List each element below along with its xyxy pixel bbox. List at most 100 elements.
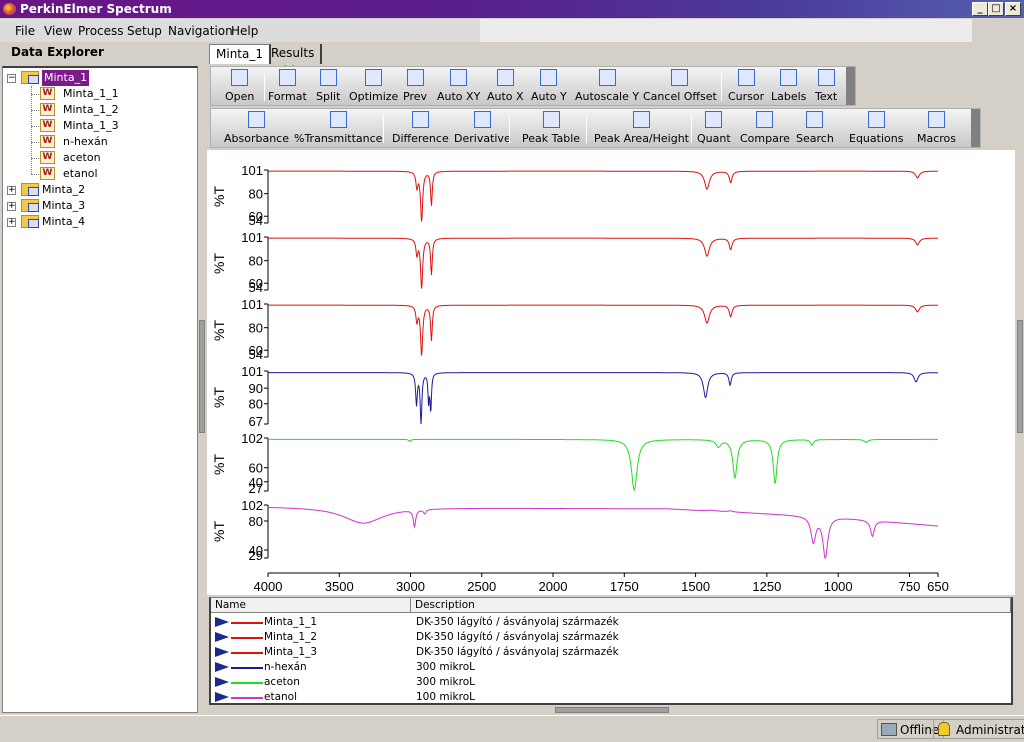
- optimize-button[interactable]: Optimize: [349, 69, 398, 103]
- legend-description: DK-350 lágyító / ásványolaj származék: [416, 616, 619, 628]
- spectrum-line-aceton[interactable]: [268, 438, 938, 491]
- minimize-button[interactable]: _: [972, 2, 988, 16]
- tree-child-Minta_1_1[interactable]: W Minta_1_1: [3, 86, 193, 102]
- auto-xy-button[interactable]: Auto XY: [437, 69, 480, 103]
- search-button[interactable]: Search: [796, 111, 834, 145]
- toolbar-overflow-button[interactable]: [846, 67, 855, 105]
- spectrum-line-etanol[interactable]: [268, 507, 939, 559]
- spectrum-chart[interactable]: 101 80 60 54 %T 101 80 60 54 %T 101 80 60 54 %T 101 90 80…: [207, 150, 1015, 609]
- menu-help[interactable]: Help: [231, 24, 258, 38]
- right-splitter-handle[interactable]: [1017, 320, 1023, 433]
- tree-node[interactable]: + Minta_2: [3, 182, 193, 198]
- legend-row[interactable]: etanol 100 mikroL: [211, 690, 1011, 705]
- tree-node[interactable]: + Minta_3: [3, 198, 193, 214]
- tree-node-label: Minta_4: [42, 215, 86, 228]
- compare-button[interactable]: Compare: [740, 111, 790, 145]
- tab-results-table[interactable]: Results Table: [265, 44, 323, 78]
- spectrum-line-Minta_1_1[interactable]: [268, 170, 938, 222]
- prev-button[interactable]: Prev: [403, 69, 427, 103]
- expand-icon[interactable]: +: [7, 202, 16, 211]
- derivative-button[interactable]: Derivative: [454, 111, 511, 145]
- x-tick-label: 4000: [254, 579, 283, 594]
- peak-area-icon: [633, 111, 650, 128]
- restore-button[interactable]: □: [988, 2, 1004, 16]
- legend-row[interactable]: Minta_1_3 DK-350 lágyító / ásványolaj szá…: [211, 645, 1011, 660]
- auto-x-button[interactable]: Auto X: [487, 69, 524, 103]
- left-splitter-handle[interactable]: [199, 320, 205, 433]
- text-button[interactable]: Text: [815, 69, 837, 103]
- toolbar-overflow-button[interactable]: [971, 109, 980, 147]
- menu-setup[interactable]: Setup: [127, 24, 162, 38]
- spectrum-arrow-icon: [215, 632, 229, 642]
- labels-button[interactable]: Labels: [771, 69, 806, 103]
- toolbar-button-label: Search: [796, 132, 834, 145]
- tree-node[interactable]: − Minta_1: [3, 70, 193, 86]
- -transmittance-button[interactable]: %Transmittance: [294, 111, 382, 145]
- macros-button[interactable]: Macros: [917, 111, 956, 145]
- close-button[interactable]: ×: [1005, 2, 1021, 16]
- expand-icon[interactable]: +: [7, 218, 16, 227]
- tree-child-etanol[interactable]: Wetanol: [3, 166, 193, 182]
- cursor-button[interactable]: Cursor: [728, 69, 764, 103]
- legend-row[interactable]: Minta_1_2 DK-350 lágyító / ásványolaj szá…: [211, 630, 1011, 645]
- tree-child-aceton[interactable]: Waceton: [3, 150, 193, 166]
- difference-button[interactable]: Difference: [392, 111, 449, 145]
- column-header-description[interactable]: Description: [411, 598, 1011, 613]
- bottom-splitter-handle[interactable]: [555, 707, 669, 713]
- expand-icon[interactable]: +: [7, 186, 16, 195]
- menu-navigation[interactable]: Navigation: [168, 24, 233, 38]
- menu-process[interactable]: Process: [78, 24, 124, 38]
- equations-button[interactable]: Equations: [849, 111, 903, 145]
- y-tick-label: 29: [249, 548, 263, 563]
- legend-row[interactable]: Minta_1_1 DK-350 lágyító / ásványolaj szá…: [211, 615, 1011, 630]
- legend-name: n-hexán: [264, 661, 307, 673]
- prev-icon: [406, 69, 424, 86]
- peak-area-height-button[interactable]: Peak Area/Height: [594, 111, 689, 145]
- peak-table-icon: [542, 111, 560, 128]
- spectrum-arrow-icon: [215, 662, 229, 672]
- legend-row[interactable]: aceton 300 mikroL: [211, 675, 1011, 690]
- x-axis-label: cm-1: [591, 592, 624, 595]
- y-tick-label: 54: [249, 213, 263, 228]
- auto-y-button[interactable]: Auto Y: [531, 69, 567, 103]
- column-header-name[interactable]: Name: [211, 598, 411, 613]
- cancel-offset-button[interactable]: Cancel Offset: [643, 69, 717, 103]
- spectrum-line-Minta_1_2[interactable]: [268, 237, 938, 289]
- tree-child-n-hexán[interactable]: Wn-hexán: [3, 134, 193, 150]
- app-icon: [3, 3, 16, 15]
- derivative-icon: [473, 111, 491, 128]
- app-title: PerkinElmer Spectrum: [20, 2, 172, 16]
- x-tick-label: 750: [899, 579, 921, 594]
- y-tick-label: 67: [249, 414, 263, 429]
- menu-view[interactable]: View: [44, 24, 72, 38]
- open-button[interactable]: Open: [225, 69, 254, 103]
- toolbar-button-label: Auto Y: [531, 90, 567, 103]
- user-status-text: Administrator: [956, 723, 1024, 737]
- spectrum-line-n-hexán[interactable]: [268, 372, 938, 425]
- toolbar-button-label: Cursor: [728, 90, 765, 103]
- absorbance-button[interactable]: Absorbance: [224, 111, 289, 145]
- legend-line-swatch: [231, 652, 263, 654]
- tree-node[interactable]: + Minta_4: [3, 214, 193, 230]
- format-icon: [278, 69, 296, 86]
- autoscale-y-button[interactable]: Autoscale Y: [575, 69, 639, 103]
- tab-minta-1[interactable]: Minta_1: [209, 44, 271, 64]
- format-button[interactable]: Format: [268, 69, 307, 103]
- toolbar-button-label: Optimize: [349, 90, 399, 103]
- tree-child-Minta_1_2[interactable]: W Minta_1_2: [3, 102, 193, 118]
- spectrum-panel-Minta_1_2: 101806054%T: [211, 230, 938, 295]
- legend-row[interactable]: n-hexán 300 mikroL: [211, 660, 1011, 675]
- spectrum-line-Minta_1_3[interactable]: [268, 304, 938, 356]
- toolbar-button-label: Split: [316, 90, 341, 103]
- spectrum-panel-n-hexán: 101 9080 67 %T: [211, 364, 938, 429]
- folder-icon: [21, 71, 39, 84]
- menu-file[interactable]: File: [15, 24, 35, 38]
- quant-button[interactable]: Quant: [697, 111, 731, 145]
- peak-table-button[interactable]: Peak Table: [522, 111, 580, 145]
- split-button[interactable]: Split: [316, 69, 340, 103]
- tree-node-label: Minta_3: [42, 199, 86, 212]
- tree-child-Minta_1_3[interactable]: W Minta_1_3: [3, 118, 193, 134]
- collapse-icon[interactable]: −: [7, 74, 16, 83]
- x-tick-label: 2500: [467, 579, 496, 594]
- toolbar-process: Absorbance %Transmittance Difference Deriva…: [210, 108, 981, 148]
